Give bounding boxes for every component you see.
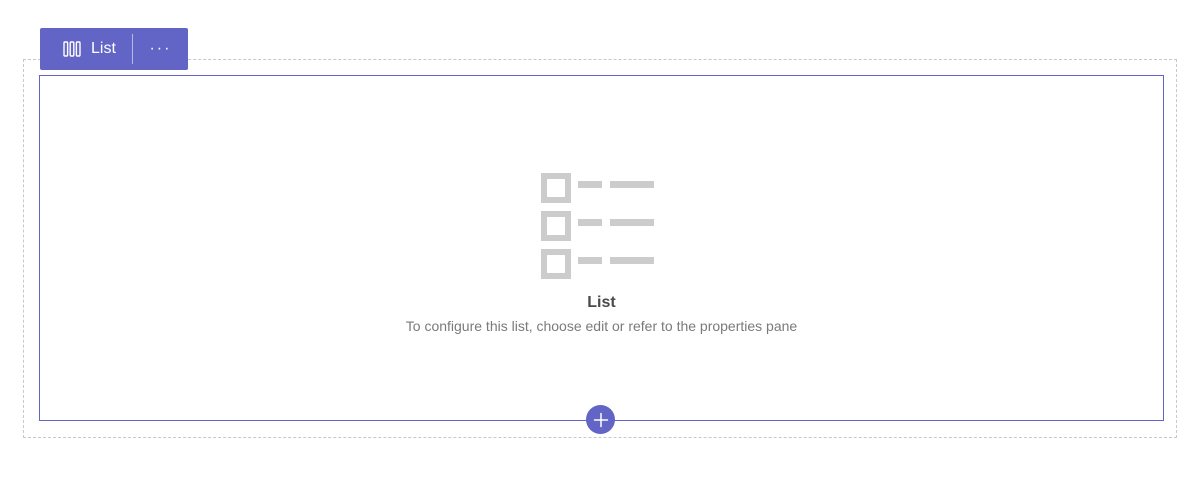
placeholder-description: To configure this list, choose edit or r… xyxy=(405,318,798,334)
webpart-type-button[interactable]: List xyxy=(40,28,132,70)
columns-icon xyxy=(63,41,81,57)
list-webpart[interactable]: List To configure this list, choose edit… xyxy=(39,75,1164,421)
page-canvas: List To configure this list, choose edit… xyxy=(0,0,1200,478)
plus-icon xyxy=(593,412,609,428)
bulleted-list-icon xyxy=(540,173,656,284)
more-options-button[interactable]: ··· xyxy=(133,28,188,70)
more-icon: ··· xyxy=(149,40,172,57)
placeholder-title: List xyxy=(587,294,616,311)
webpart-placeholder: List To configure this list, choose edit… xyxy=(40,76,1163,420)
webpart-type-label: List xyxy=(91,40,116,57)
webpart-toolbar: List ··· xyxy=(40,28,188,70)
add-webpart-button[interactable] xyxy=(586,405,615,434)
